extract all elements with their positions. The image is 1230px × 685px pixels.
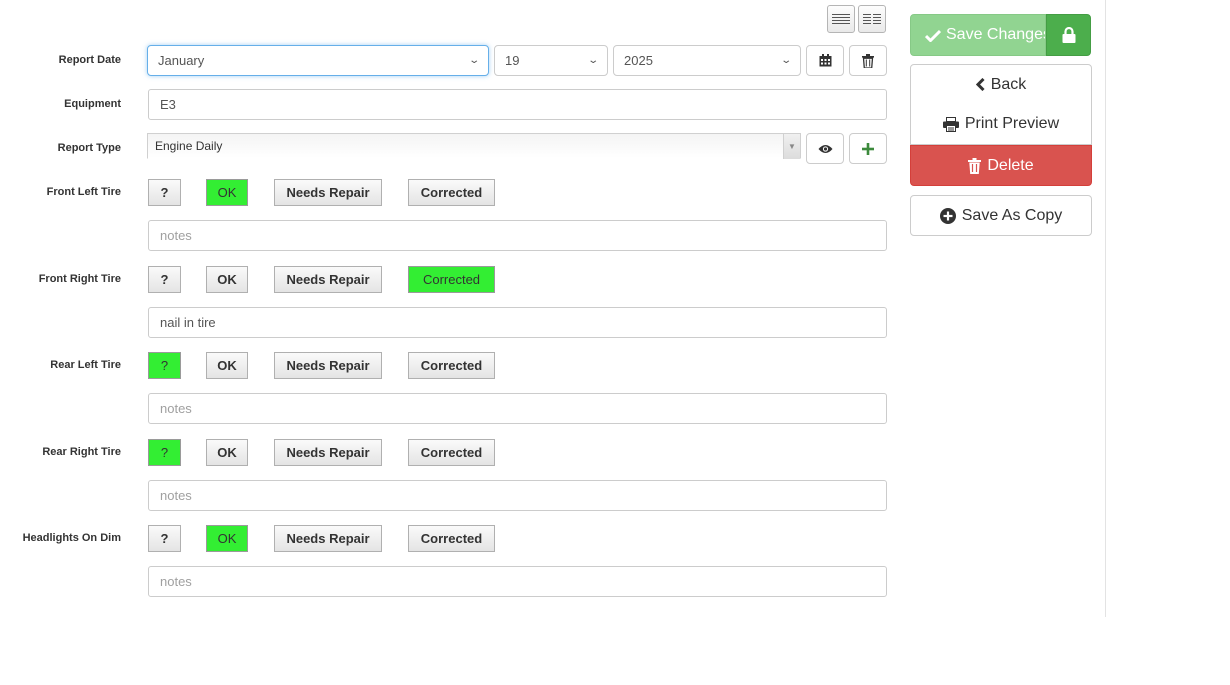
status-needs-repair-button[interactable]: Needs Repair	[274, 266, 382, 293]
view-report-type-button[interactable]	[806, 133, 844, 164]
plus-circle-icon	[939, 207, 956, 224]
status-ok-button[interactable]: OK	[206, 179, 248, 206]
calendar-button[interactable]	[806, 45, 844, 76]
columns-view-icon	[863, 14, 881, 24]
status-corrected-button[interactable]: Corrected	[408, 439, 495, 466]
item-label: Headlights On Dim	[22, 532, 121, 544]
chevron-down-icon: ⌄	[467, 55, 480, 66]
status-needs-repair-button[interactable]: Needs Repair	[274, 525, 382, 552]
trash-icon	[968, 157, 982, 174]
delete-label: Delete	[987, 156, 1034, 174]
status-unknown-button[interactable]: ?	[148, 352, 181, 379]
list-view-icon	[832, 14, 850, 24]
month-select[interactable]: January ⌄	[147, 45, 489, 76]
month-value: January	[158, 53, 205, 68]
status-needs-repair-button[interactable]: Needs Repair	[274, 179, 382, 206]
print-icon	[942, 116, 959, 132]
print-preview-button[interactable]: Print Preview	[910, 104, 1092, 145]
calendar-icon	[819, 54, 831, 67]
item-label: Front Left Tire	[46, 186, 121, 198]
notes-input[interactable]: notes	[148, 566, 887, 597]
item-label: Rear Left Tire	[50, 359, 121, 371]
notes-input[interactable]: notes	[148, 220, 887, 251]
eye-icon	[818, 144, 832, 153]
add-report-type-button[interactable]	[849, 133, 887, 164]
save-as-copy-label: Save As Copy	[961, 206, 1063, 224]
report-type-label: Report Type	[57, 142, 121, 154]
status-ok-button[interactable]: OK	[206, 439, 248, 466]
year-select[interactable]: 2025 ⌄	[613, 45, 801, 76]
lock-icon	[1062, 27, 1075, 43]
save-changes-label: Save Changes	[946, 26, 1046, 43]
back-label: Back	[990, 75, 1027, 93]
notes-input[interactable]: notes	[148, 393, 887, 424]
report-type-value: Engine Daily	[155, 139, 223, 153]
combo-dropdown-icon[interactable]: ▼	[783, 134, 800, 159]
chevron-left-icon	[975, 78, 985, 91]
plus-icon	[862, 142, 874, 155]
lock-button[interactable]	[1046, 14, 1091, 56]
status-corrected-button[interactable]: Corrected	[408, 352, 495, 379]
trash-icon	[862, 53, 874, 68]
status-ok-button[interactable]: OK	[206, 266, 248, 293]
equipment-label: Equipment	[64, 98, 121, 110]
status-corrected-button[interactable]: Corrected	[408, 266, 495, 293]
back-button[interactable]: Back	[910, 64, 1092, 105]
clear-date-button[interactable]	[849, 45, 887, 76]
save-changes-group: Save Changes	[910, 14, 1091, 56]
report-type-combo[interactable]: Engine Daily ▼	[147, 133, 801, 159]
notes-input[interactable]: nail in tire	[148, 307, 887, 338]
status-ok-button[interactable]: OK	[206, 352, 248, 379]
status-ok-button[interactable]: OK	[206, 525, 248, 552]
status-needs-repair-button[interactable]: Needs Repair	[274, 352, 382, 379]
save-as-copy-button[interactable]: Save As Copy	[910, 195, 1092, 236]
status-corrected-button[interactable]: Corrected	[408, 179, 495, 206]
chevron-down-icon: ⌄	[779, 55, 792, 66]
day-select[interactable]: 19 ⌄	[494, 45, 608, 76]
delete-button[interactable]: Delete	[910, 145, 1092, 186]
status-unknown-button[interactable]: ?	[148, 179, 181, 206]
chevron-down-icon: ⌄	[586, 55, 599, 66]
panel-divider	[1105, 0, 1106, 617]
report-date-label: Report Date	[58, 54, 121, 66]
day-value: 19	[505, 53, 520, 68]
status-unknown-button[interactable]: ?	[148, 525, 181, 552]
status-needs-repair-button[interactable]: Needs Repair	[274, 439, 382, 466]
save-changes-button[interactable]: Save Changes	[910, 14, 1046, 56]
list-view-button[interactable]	[827, 5, 855, 33]
check-icon	[925, 29, 941, 42]
status-corrected-button[interactable]: Corrected	[408, 525, 495, 552]
equipment-input[interactable]: E3	[148, 89, 887, 120]
item-label: Rear Right Tire	[42, 446, 121, 458]
notes-input[interactable]: notes	[148, 480, 887, 511]
item-label: Front Right Tire	[38, 273, 121, 285]
print-preview-label: Print Preview	[964, 115, 1060, 132]
status-unknown-button[interactable]: ?	[148, 266, 181, 293]
status-unknown-button[interactable]: ?	[148, 439, 181, 466]
year-value: 2025	[624, 53, 653, 68]
columns-view-button[interactable]	[858, 5, 886, 33]
